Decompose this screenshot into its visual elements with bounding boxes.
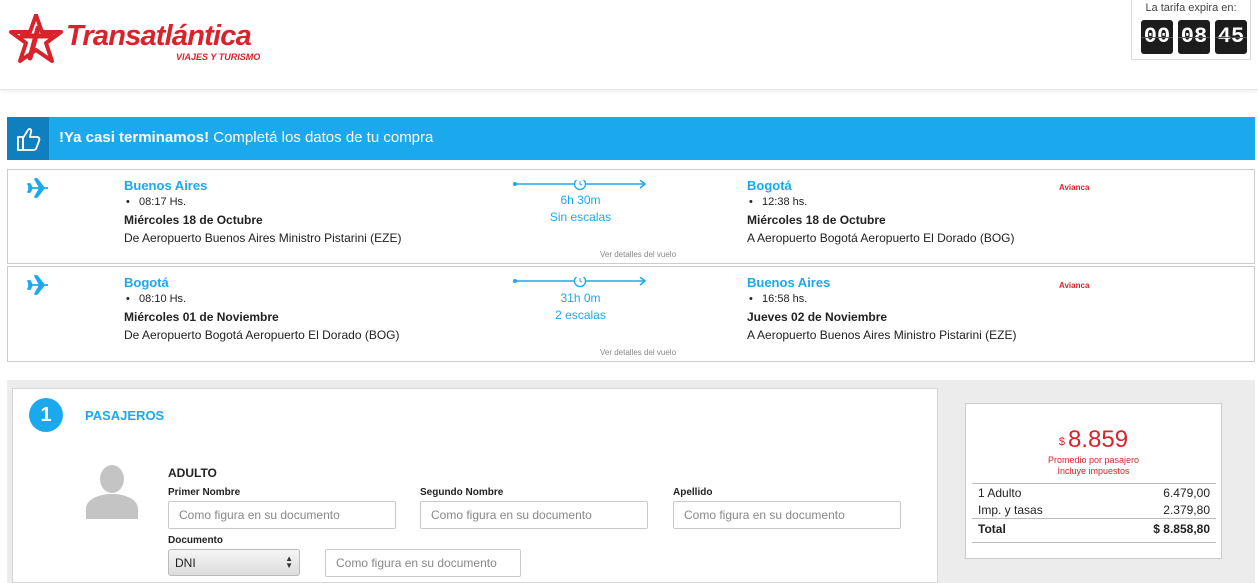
arrival-time: • 16:58 hs.: [749, 293, 808, 305]
flight-details-link[interactable]: Ver detalles del vuelo: [568, 348, 708, 357]
divider: [972, 483, 1216, 484]
banner-subtext: Completá los datos de tu compra: [213, 129, 434, 146]
flight-details-link[interactable]: Ver detalles del vuelo: [568, 250, 708, 259]
price-row-value: 6.479,00: [1163, 486, 1210, 500]
progress-banner: !Ya casi terminamos! Completá los datos …: [7, 117, 1255, 160]
document-type-value: DNI: [175, 556, 196, 570]
price-currency: $: [1058, 436, 1066, 448]
arrival-date: Jueves 02 de Noviembre: [747, 310, 888, 324]
last-name-label: Apellido: [673, 487, 713, 498]
flight-card-return: Bogotá • 08:10 Hs. Miércoles 01 de Novie…: [7, 266, 1255, 362]
document-label: Documento: [168, 535, 223, 546]
flight-stops: Sin escalas: [549, 210, 612, 224]
destination-city: Bogotá: [747, 178, 792, 193]
banner-bold: !Ya casi terminamos!: [59, 129, 210, 146]
site-header: Transatlántica VIAJES Y TURISMO La tarif…: [0, 0, 1258, 90]
document-type-select[interactable]: DNI ▲ ▼: [168, 549, 300, 576]
plane-icon: [27, 275, 48, 295]
price-row-taxes: Imp. y tasas 2.379,80: [978, 503, 1210, 517]
timer-minutes: 08: [1178, 20, 1210, 54]
price-note-average: Promedio por pasajero: [1047, 455, 1140, 465]
timer-hours: 00: [1141, 20, 1173, 54]
middle-name-label: Segundo Nombre: [420, 487, 504, 498]
price-row-label: Imp. y tasas: [978, 503, 1043, 517]
brand-name: Transatlántica: [66, 20, 252, 52]
passengers-form: 1 PASAJEROS ADULTO Primer Nombre Segundo…: [12, 388, 938, 583]
origin-airport: De Aeropuerto Bogotá Aeropuerto El Dorad…: [124, 328, 400, 342]
last-name-input[interactable]: [673, 501, 901, 529]
arrival-date: Miércoles 18 de Octubre: [747, 213, 886, 227]
price-row-total: Total $ 8.858,80: [978, 522, 1210, 536]
origin-airport: De Aeropuerto Buenos Aires Ministro Pist…: [124, 231, 402, 245]
price-row-adult: 1 Adulto 6.479,00: [978, 486, 1210, 500]
step-number: 1: [29, 398, 63, 432]
star-logo-icon: [9, 14, 63, 63]
price-amount: 8.859: [1068, 426, 1129, 453]
brand-tagline: VIAJES Y TURISMO: [176, 52, 261, 62]
total-label: Total: [978, 522, 1006, 536]
first-name-label: Primer Nombre: [168, 487, 241, 498]
flight-duration: 6h 30m: [560, 193, 601, 207]
flight-duration: 31h 0m: [560, 291, 601, 305]
timer-label: La tarifa expira en:: [1145, 2, 1237, 14]
banner-message: !Ya casi terminamos! Completá los datos …: [59, 129, 433, 146]
thumbs-up-icon: [7, 117, 49, 160]
section-title: PASAJEROS: [85, 408, 165, 423]
arrival-time: • 12:38 hs.: [749, 196, 808, 208]
first-name-input[interactable]: [168, 501, 396, 529]
passenger-type: ADULTO: [168, 466, 217, 480]
origin-city: Buenos Aires: [124, 178, 208, 193]
divider: [972, 542, 1216, 543]
timer-seconds: 45: [1215, 20, 1247, 54]
destination-airport: A Aeropuerto Bogotá Aeropuerto El Dorado…: [747, 231, 1015, 245]
price-row-label: 1 Adulto: [978, 486, 1022, 500]
total-value: $ 8.858,80: [1153, 522, 1210, 536]
divider: [972, 518, 1216, 519]
departure-time: • 08:10 Hs.: [126, 293, 187, 305]
departure-date: Miércoles 01 de Noviembre: [124, 310, 279, 324]
fare-expiry-timer: La tarifa expira en: 00 08 45: [1131, 0, 1251, 60]
brand-logo[interactable]: Transatlántica VIAJES Y TURISMO: [8, 14, 278, 66]
user-avatar-icon: [86, 465, 138, 519]
middle-name-input[interactable]: [420, 501, 648, 529]
select-arrows-icon: ▲ ▼: [285, 554, 293, 570]
destination-airport: A Aeropuerto Buenos Aires Ministro Pista…: [747, 328, 1017, 342]
destination-city: Buenos Aires: [747, 275, 831, 290]
price-summary: $8.859 Promedio por pasajero Incluye imp…: [965, 403, 1222, 559]
price-note-taxes: Incluye impuestos: [1057, 466, 1130, 476]
flight-card-outbound: Buenos Aires • 08:17 Hs. Miércoles 18 de…: [7, 169, 1255, 264]
airline-logo: Avianca: [1059, 281, 1090, 290]
document-number-input[interactable]: [325, 549, 521, 577]
origin-city: Bogotá: [124, 275, 169, 290]
flight-stops: 2 escalas: [555, 308, 606, 322]
departure-date: Miércoles 18 de Octubre: [124, 213, 263, 227]
price-row-value: 2.379,80: [1163, 503, 1210, 517]
plane-icon: [27, 178, 48, 198]
airline-logo: Avianca: [1059, 183, 1090, 192]
departure-time: • 08:17 Hs.: [126, 196, 187, 208]
average-price: $8.859: [966, 426, 1221, 454]
